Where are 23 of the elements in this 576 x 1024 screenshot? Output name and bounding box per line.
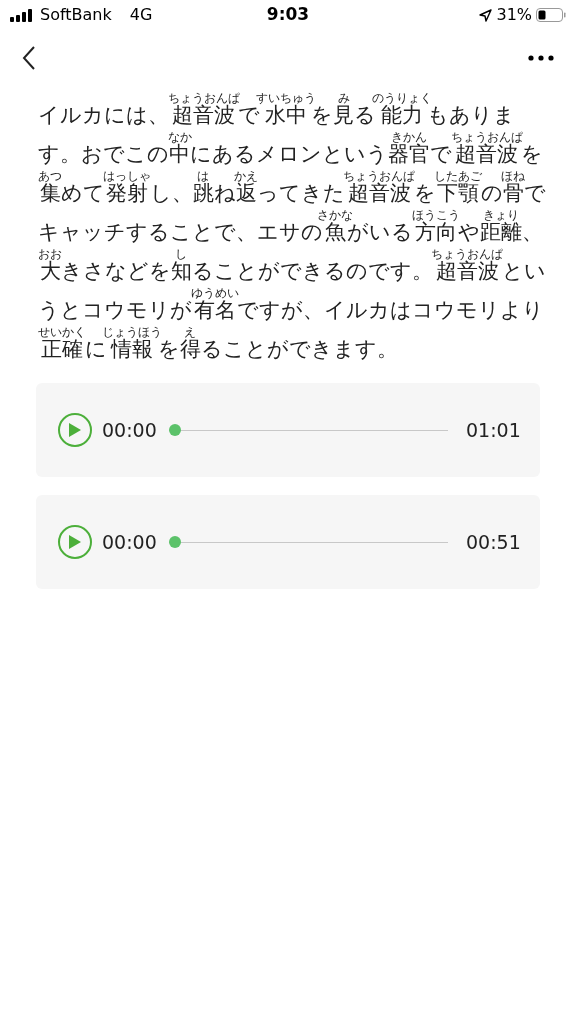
current-time: 00:00 (102, 417, 157, 443)
signal-icon (10, 8, 32, 22)
progress-thumb[interactable] (168, 536, 181, 548)
battery-icon (536, 8, 566, 22)
current-time: 00:00 (102, 529, 157, 555)
duration-time: 00:51 (466, 529, 518, 555)
play-button[interactable] (58, 525, 92, 559)
progress-track[interactable] (168, 424, 448, 436)
more-icon (528, 55, 554, 61)
location-icon (479, 8, 493, 22)
back-icon (22, 45, 36, 71)
article-text: イルカには、超音波 ちょうおんぱ で 水中 すいちゅう を見 み る 能力 のうりょく もあります。おでこの中 なか にあるメロンという 器官 きかん で 超音波 ちょうおんぱ を 集 あつ めて発射 はっしゃ し、跳 は ね返 かえ ってきた 超音波 ちょうおんぱ を下顎 したあご の骨 ほね でキャッチすることで、エサの 魚 さかな がいる 方向 ほうこう や距離 きょり 、 大 おお きさなどを知 し ることができるのです。超音波 ちょうおんぱ というとコウモリが有名 ゆうめい ですが、イルカはコウモリより 正確 せいかく に 情報 じょうほう を得 え ることができます。 (38, 92, 547, 363)
carrier-name: SoftBank (40, 4, 112, 26)
play-icon (68, 534, 82, 550)
more-button[interactable] (526, 53, 556, 63)
duration-time: 01:01 (466, 417, 518, 443)
play-icon (68, 422, 82, 438)
progress-track[interactable] (168, 536, 448, 548)
clock: 9:03 (266, 3, 310, 27)
battery-percent: 31% (496, 4, 532, 26)
progress-thumb[interactable] (168, 424, 181, 436)
play-button[interactable] (58, 413, 92, 447)
network-type: 4G (129, 4, 153, 26)
